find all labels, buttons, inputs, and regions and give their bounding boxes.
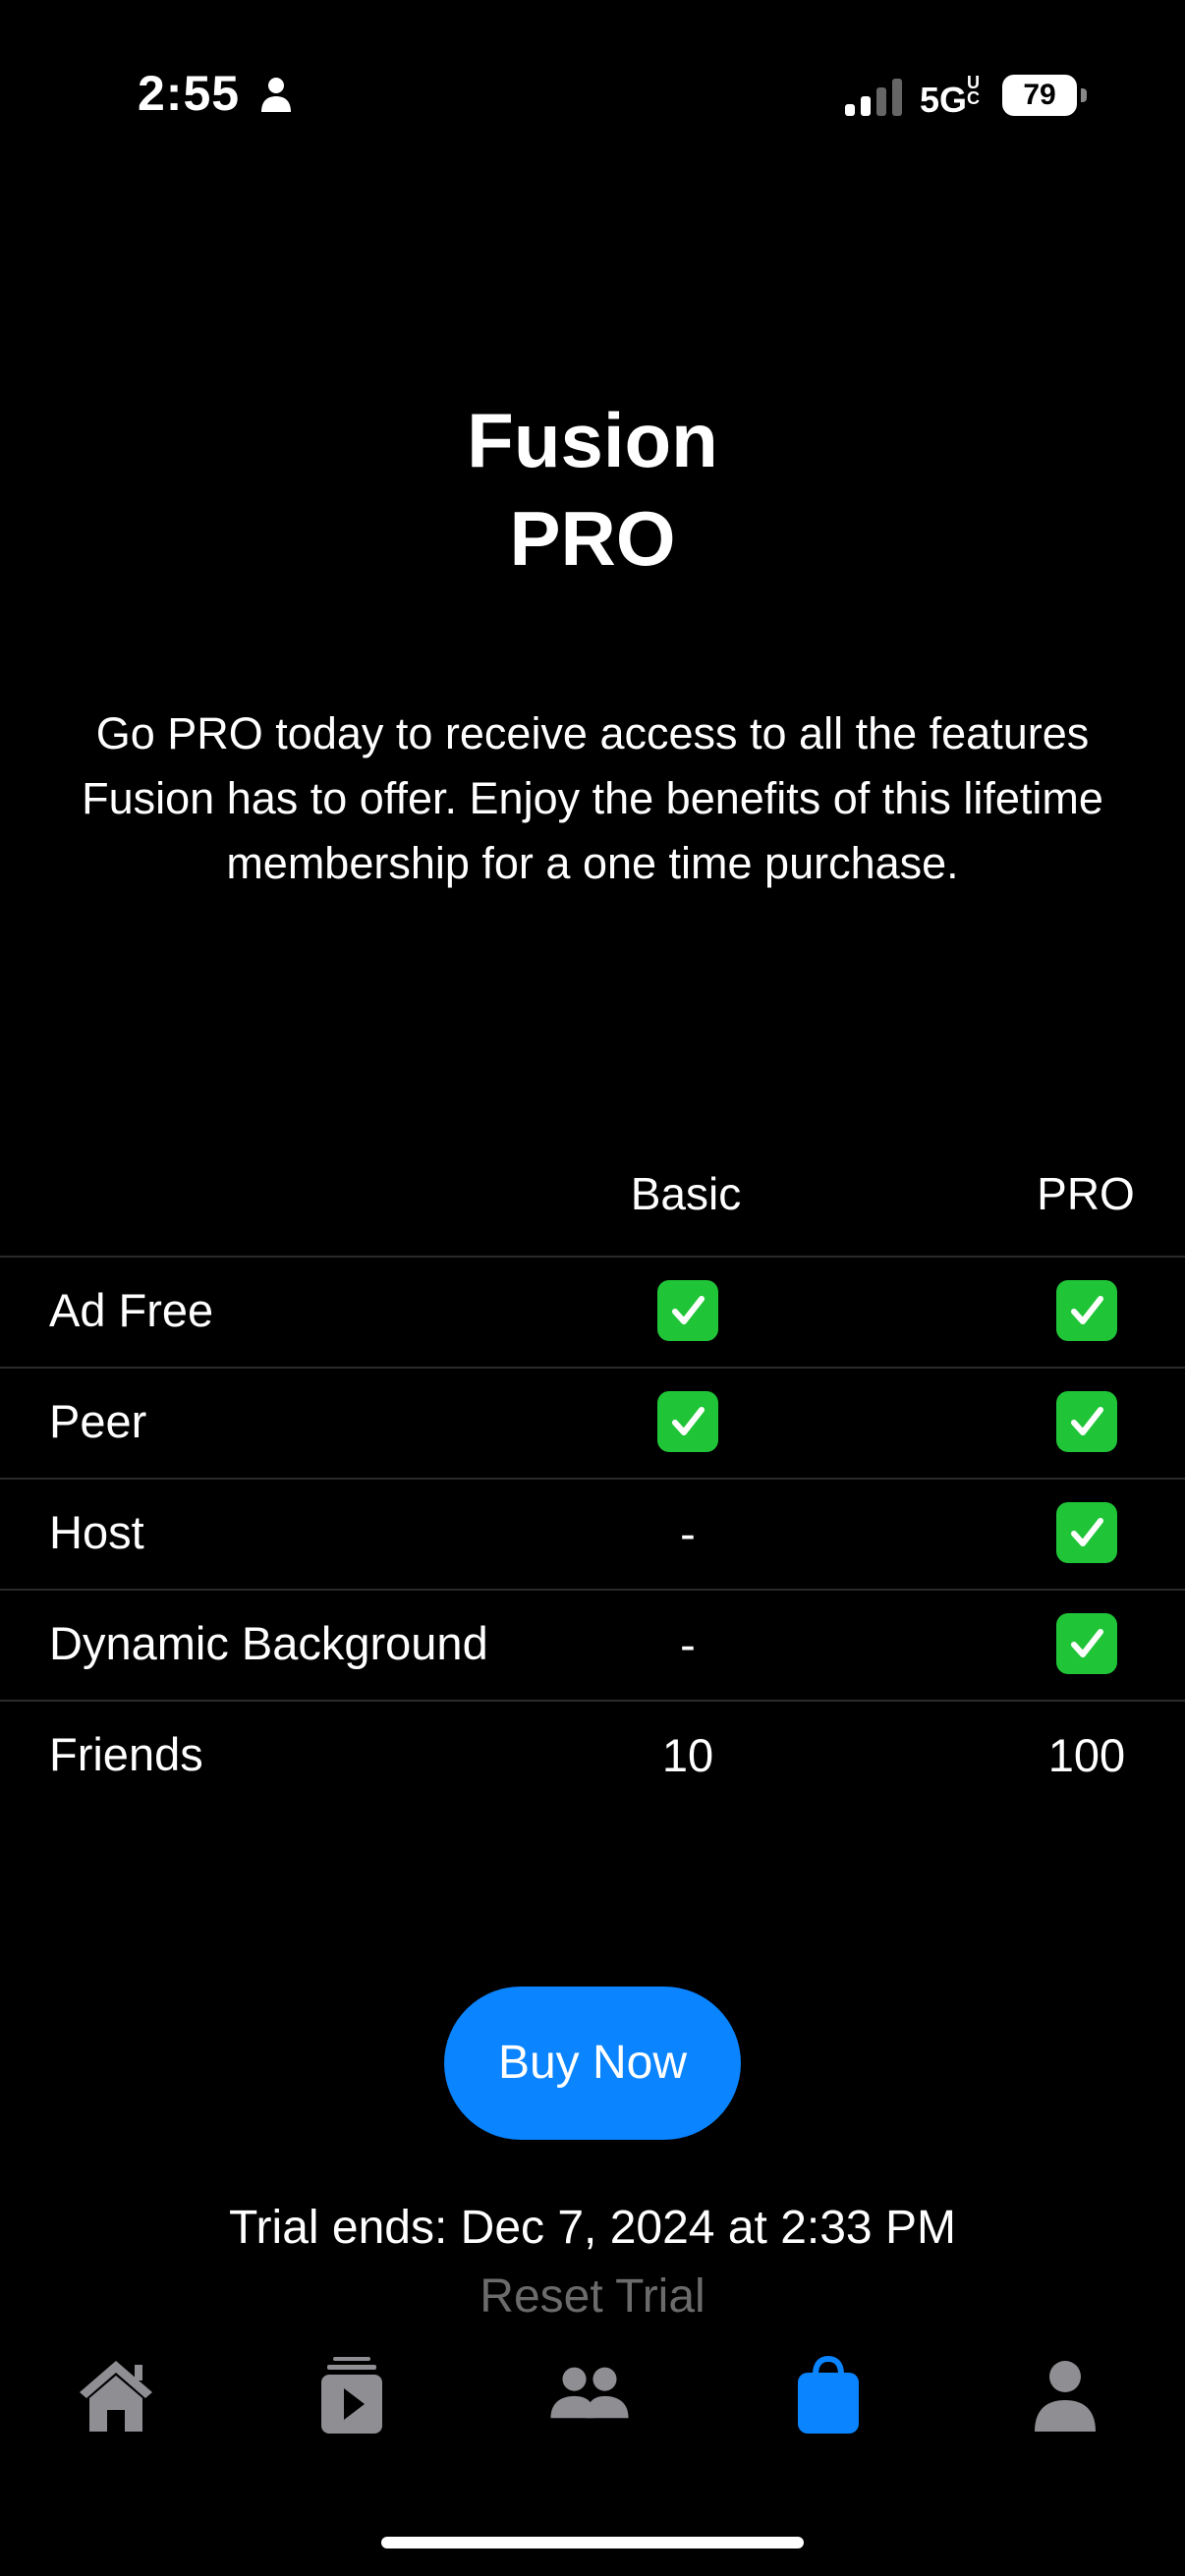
status-time: 2:55 — [138, 66, 241, 121]
checkmark-icon — [1056, 1502, 1117, 1563]
table-row: Peer — [0, 1367, 1185, 1479]
comparison-header: Basic PRO — [0, 1159, 1185, 1258]
tab-profile[interactable] — [1006, 2346, 1124, 2444]
play-stack-icon — [321, 2357, 382, 2434]
buy-now-button[interactable]: Buy Now — [444, 1987, 741, 2140]
pro-cell — [988, 1480, 1185, 1586]
pro-cell — [988, 1258, 1185, 1364]
basic-value: 10 — [661, 1728, 714, 1781]
basic-value: - — [680, 1617, 696, 1670]
basic-cell — [590, 1369, 786, 1475]
signal-icon — [845, 79, 902, 116]
tab-bar — [0, 2338, 1185, 2456]
feature-label: Host — [49, 1506, 144, 1558]
battery-icon: 79 — [1002, 75, 1087, 116]
feature-label: Ad Free — [49, 1284, 214, 1336]
title-line-2: PRO — [509, 495, 676, 582]
feature-label: Dynamic Background — [49, 1617, 488, 1669]
basic-cell: - — [590, 1480, 786, 1586]
column-basic: Basic — [630, 1168, 742, 1219]
tab-media[interactable] — [293, 2346, 411, 2444]
pro-cell — [988, 1369, 1185, 1475]
checkmark-icon — [657, 1280, 718, 1341]
home-indicator[interactable] — [381, 2537, 804, 2548]
title-line-1: Fusion — [467, 397, 718, 483]
trial-end-text: Trial ends: Dec 7, 2024 at 2:33 PM — [229, 2202, 956, 2254]
basic-cell: 10 — [590, 1702, 786, 1808]
table-row: Dynamic Background - — [0, 1589, 1185, 1701]
tab-home[interactable] — [57, 2346, 175, 2444]
description-text: Go PRO today to receive access to all th… — [82, 708, 1103, 888]
table-row: Host - — [0, 1478, 1185, 1590]
table-row: Ad Free — [0, 1256, 1185, 1368]
checkmark-icon — [1056, 1391, 1117, 1452]
checkmark-icon — [1056, 1280, 1117, 1341]
pro-value: 100 — [1047, 1728, 1126, 1781]
tab-store[interactable] — [769, 2346, 887, 2444]
page-title: Fusion PRO — [0, 391, 1185, 588]
table-row: Friends 10 100 — [0, 1700, 1185, 1812]
bag-icon — [798, 2355, 859, 2434]
checkmark-icon — [1056, 1613, 1117, 1674]
person-icon — [1035, 2361, 1096, 2432]
house-icon — [80, 2361, 152, 2432]
status-bar: 2:55 5GUC 79 — [0, 0, 1185, 187]
tab-friends[interactable] — [531, 2346, 649, 2444]
battery-level: 79 — [1023, 79, 1056, 111]
pro-cell: 100 — [988, 1702, 1185, 1808]
network-type: 5GUC — [920, 73, 981, 120]
feature-label: Friends — [49, 1728, 203, 1780]
people-icon — [550, 2367, 629, 2419]
reset-trial-button[interactable]: Reset Trial — [0, 2269, 1185, 2324]
checkmark-icon — [657, 1391, 718, 1452]
person-icon — [261, 78, 291, 112]
pro-cell — [988, 1591, 1185, 1697]
column-pro: PRO — [1037, 1168, 1135, 1219]
basic-cell: - — [590, 1591, 786, 1697]
basic-cell — [590, 1258, 786, 1364]
basic-value: - — [680, 1506, 696, 1559]
feature-label: Peer — [49, 1395, 147, 1447]
